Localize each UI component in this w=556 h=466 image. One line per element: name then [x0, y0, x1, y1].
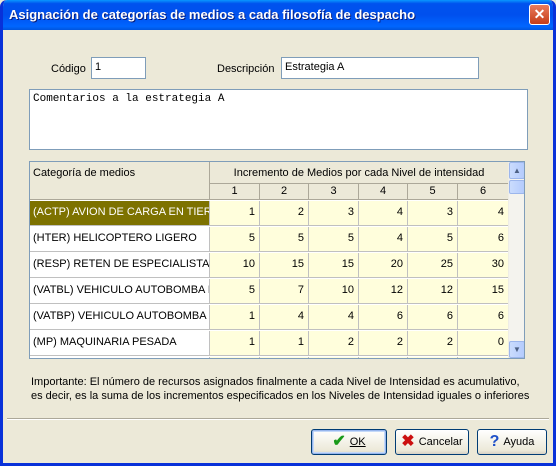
level-value-cell[interactable]: 3	[408, 201, 458, 226]
level-value-cell[interactable]: 4	[359, 227, 408, 252]
ok-button[interactable]: ✔ OK	[311, 429, 387, 455]
level-value-cell[interactable]: 4	[458, 201, 509, 226]
question-icon: ?	[489, 433, 500, 450]
table-row[interactable]: (RESP) RETEN DE ESPECIALISTAS 10 15 15 20 25 3…	[30, 253, 509, 278]
level-value-cell[interactable]: 5	[408, 227, 458, 252]
level-value-cell[interactable]: 3	[309, 201, 359, 226]
level-value-cell[interactable]: 2	[260, 201, 309, 226]
level-value-cell[interactable]: 0	[309, 357, 359, 358]
category-cell[interactable]: (AC) AVION COORDINACION	[30, 357, 210, 358]
level-value-cell[interactable]: 12	[359, 279, 408, 304]
level-value-cell[interactable]: 0	[260, 357, 309, 358]
level-value-cell[interactable]: 30	[458, 253, 509, 278]
descripcion-label: Descripción	[217, 63, 275, 75]
level-value-cell[interactable]: 0	[408, 357, 458, 358]
category-cell[interactable]: (VATBP) VEHICULO AUTOBOMBA PESADA	[30, 305, 210, 330]
level-value-cell[interactable]: 10	[210, 253, 260, 278]
table-row[interactable]: (MP) MAQUINARIA PESADA 1 1 2 2 2 0	[30, 331, 509, 356]
dialog-window: Asignación de categorías de medios a cad…	[0, 0, 556, 466]
level-value-cell[interactable]: 1	[260, 331, 309, 356]
level-value-cell[interactable]: 5	[210, 279, 260, 304]
level-value-cell[interactable]: 4	[309, 305, 359, 330]
level-value-cell[interactable]: 6	[458, 305, 509, 330]
level-value-cell[interactable]: 2	[359, 331, 408, 356]
level-value-cell[interactable]: 25	[408, 253, 458, 278]
level-value-cell[interactable]: 1	[210, 305, 260, 330]
level-value-cell[interactable]: 10	[309, 279, 359, 304]
category-cell[interactable]: (ACTP) AVION DE CARGA EN TIERRA	[30, 201, 210, 226]
level-value-cell[interactable]: 4	[260, 305, 309, 330]
level-value-cell[interactable]: 4	[359, 201, 408, 226]
header-level: 4	[359, 184, 408, 200]
scroll-up-icon[interactable]: ▲	[509, 162, 524, 179]
cancel-label: Cancelar	[418, 436, 463, 448]
level-value-cell[interactable]: 6	[408, 305, 458, 330]
level-value-cell[interactable]: 1	[210, 201, 260, 226]
table-row[interactable]: (AC) AVION COORDINACION000001	[30, 357, 509, 358]
header-level: 6	[458, 184, 509, 200]
level-value-cell[interactable]: 20	[359, 253, 408, 278]
separator	[7, 418, 549, 420]
table-row[interactable]: (HTER) HELICOPTERO LIGERO 5 5 5 4 5 6	[30, 227, 509, 252]
level-value-cell[interactable]: 5	[309, 227, 359, 252]
table-row[interactable]: (ACTP) AVION DE CARGA EN TIERRA 1 2 3 4 3 4	[30, 201, 509, 226]
category-cell[interactable]: (VATBL) VEHICULO AUTOBOMBA LIGERA	[30, 279, 210, 304]
descripcion-field[interactable]: Estrategia A	[281, 57, 479, 79]
header-level: 3	[309, 184, 359, 200]
level-value-cell[interactable]: 2	[408, 331, 458, 356]
categories-grid: Categoría de medios Incremento de Medios…	[29, 161, 525, 359]
level-value-cell[interactable]: 7	[260, 279, 309, 304]
header-category: Categoría de medios	[30, 162, 210, 200]
level-value-cell[interactable]: 6	[359, 305, 408, 330]
vertical-scrollbar[interactable]: ▲ ▼	[508, 162, 524, 358]
codigo-field[interactable]: 1	[91, 57, 146, 79]
level-value-cell[interactable]: 15	[458, 279, 509, 304]
scroll-thumb[interactable]	[509, 180, 524, 194]
comentarios-textarea[interactable]: Comentarios a la estrategia A	[29, 89, 528, 150]
level-value-cell[interactable]: 0	[359, 357, 408, 358]
table-row[interactable]: (VATBP) VEHICULO AUTOBOMBA PESADA144666	[30, 305, 509, 330]
important-note: Importante: El número de recursos asigna…	[31, 376, 530, 402]
category-cell[interactable]: (RESP) RETEN DE ESPECIALISTAS	[30, 253, 210, 278]
header-level: 2	[260, 184, 309, 200]
close-icon[interactable]: ✕	[529, 4, 550, 25]
codigo-label: Código	[51, 63, 86, 75]
check-icon: ✔	[332, 433, 346, 450]
help-button[interactable]: ? Ayuda	[477, 429, 547, 455]
category-cell[interactable]: (MP) MAQUINARIA PESADA	[30, 331, 210, 356]
help-label: Ayuda	[503, 436, 535, 448]
level-value-cell[interactable]: 1	[458, 357, 509, 358]
cancel-button[interactable]: ✖ Cancelar	[395, 429, 469, 455]
level-value-cell[interactable]: 15	[309, 253, 359, 278]
window-title: Asignación de categorías de medios a cad…	[9, 7, 416, 22]
level-value-cell[interactable]: 1	[210, 331, 260, 356]
level-value-cell[interactable]: 6	[458, 227, 509, 252]
x-icon: ✖	[401, 433, 415, 450]
ok-label: OK	[349, 436, 366, 448]
category-cell[interactable]: (HTER) HELICOPTERO LIGERO	[30, 227, 210, 252]
level-value-cell[interactable]: 0	[210, 357, 260, 358]
level-value-cell[interactable]: 2	[309, 331, 359, 356]
scroll-down-icon[interactable]: ▼	[509, 341, 524, 358]
table-row[interactable]: (VATBL) VEHICULO AUTOBOMBA LIGERA5710121…	[30, 279, 509, 304]
level-value-cell[interactable]: 5	[210, 227, 260, 252]
level-value-cell[interactable]: 5	[260, 227, 309, 252]
header-level: 5	[408, 184, 458, 200]
level-value-cell[interactable]: 15	[260, 253, 309, 278]
level-value-cell[interactable]: 0	[458, 331, 509, 356]
level-value-cell[interactable]: 12	[408, 279, 458, 304]
title-bar[interactable]: Asignación de categorías de medios a cad…	[3, 0, 553, 30]
header-group: Incremento de Medios por cada Nivel de i…	[210, 162, 509, 184]
header-level: 1	[210, 184, 260, 200]
